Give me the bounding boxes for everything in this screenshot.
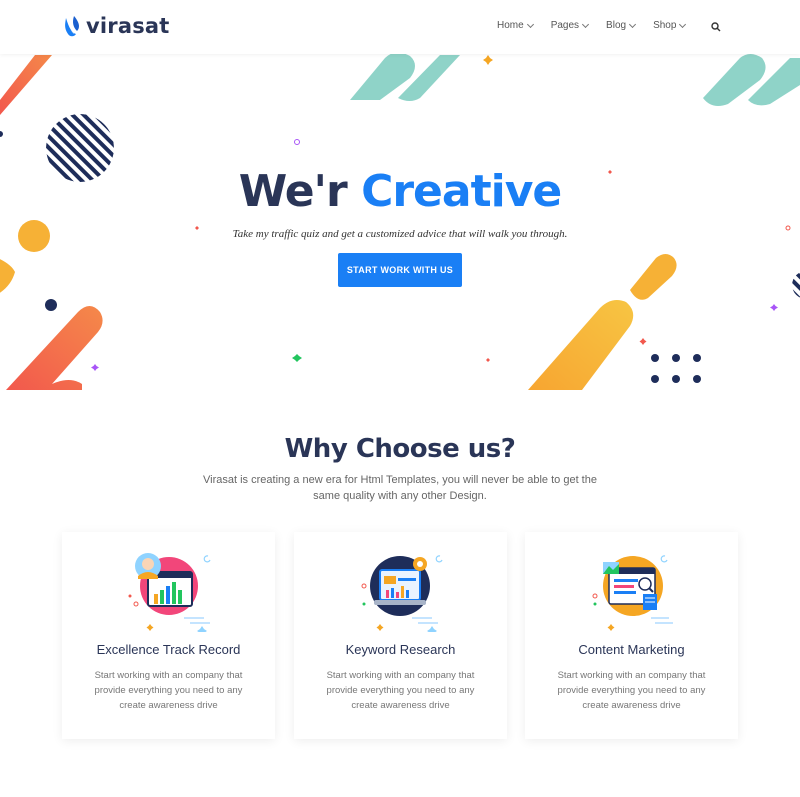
nav-item-pages[interactable]: Pages <box>550 20 590 31</box>
nav-label: Pages <box>550 20 580 31</box>
nav-label: Blog <box>606 20 627 31</box>
nav-item-blog[interactable]: Blog <box>606 20 637 31</box>
hero-title-part2: Creative <box>361 166 562 217</box>
section-description: Virasat is creating a new era for Html T… <box>203 474 597 502</box>
feature-text: Start working with an company that provi… <box>94 670 243 711</box>
search-icon[interactable] <box>711 22 721 32</box>
nav-item-home[interactable]: Home <box>497 20 534 31</box>
feature-text: Start working with an company that provi… <box>326 670 475 711</box>
main-nav: Home Pages Blog Shop <box>497 20 687 31</box>
nav-label: Home <box>497 20 524 31</box>
page: virasat Home Pages Blog Shop We'r Creati… <box>0 0 800 797</box>
feature-title: Keyword Research <box>345 642 456 657</box>
laptop-analytics-icon <box>361 555 443 632</box>
chevron-down-icon <box>582 20 590 28</box>
brand-name: virasat <box>86 14 170 38</box>
logo[interactable]: virasat <box>62 14 170 38</box>
content-browser-icon <box>592 555 673 631</box>
nav-item-shop[interactable]: Shop <box>653 20 687 31</box>
chevron-down-icon <box>679 20 687 28</box>
feature-card[interactable]: Keyword Research Start working with an c… <box>294 532 507 739</box>
section-title: Why Choose us? <box>284 434 516 464</box>
chart-growth-icon <box>128 553 211 632</box>
feature-card[interactable]: Content Marketing Start working with an … <box>525 532 738 739</box>
hero-subtitle: Take my traffic quiz and get a customize… <box>232 228 568 240</box>
hero-title: We'r Creative <box>0 166 800 217</box>
nav-label: Shop <box>653 20 677 31</box>
start-work-button[interactable]: START WORK WITH US <box>338 253 462 287</box>
hero-section: We'r Creative Take my traffic quiz and g… <box>0 54 800 394</box>
hero-title-part1: We'r <box>238 166 348 217</box>
hero-decorations <box>0 54 800 390</box>
feature-card[interactable]: Excellence Track Record Start working wi… <box>62 532 275 739</box>
site-header: virasat Home Pages Blog Shop <box>0 0 800 54</box>
feature-text: Start working with an company that provi… <box>557 670 706 711</box>
feature-title: Excellence Track Record <box>96 642 241 657</box>
flame-logo-icon <box>65 16 79 37</box>
feature-title: Content Marketing <box>578 642 685 657</box>
chevron-down-icon <box>629 20 637 28</box>
chevron-down-icon <box>526 20 534 28</box>
